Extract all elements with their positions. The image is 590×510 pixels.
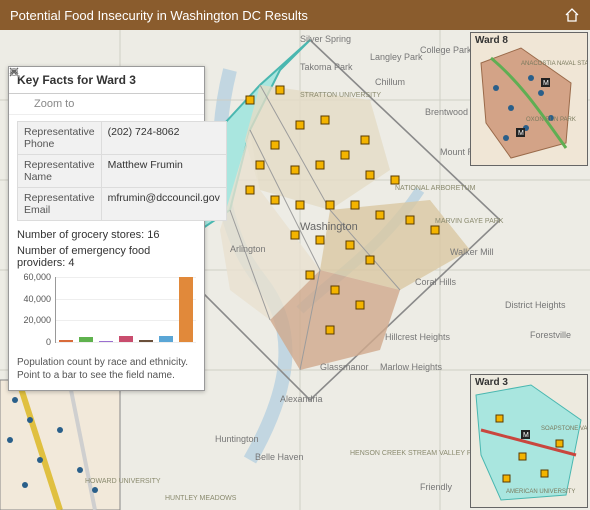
label-forestville: Forestville xyxy=(530,330,571,340)
label-friendly: Friendly xyxy=(420,482,453,492)
label-langley-park: Langley Park xyxy=(370,52,423,62)
label-howard-u: HOWARD UNIVERSITY xyxy=(85,478,161,485)
chart-bar[interactable] xyxy=(179,277,193,342)
svg-text:SOAPSTONE VALLEY: SOAPSTONE VALLEY xyxy=(541,426,587,432)
chart-bar[interactable] xyxy=(119,336,133,343)
chart-caption: Population count by race and ethnicity. … xyxy=(9,357,204,390)
label-marvin-gaye: MARVIN GAYE PARK xyxy=(435,218,504,225)
fact-key: Representative Email xyxy=(18,188,102,221)
popup-panel: Key Facts for Ward 3 Zoom to Representat… xyxy=(8,66,205,391)
svg-text:OXON RUN PARK: OXON RUN PARK xyxy=(526,117,576,123)
chart-bar[interactable] xyxy=(79,337,93,342)
label-brentwood: Brentwood xyxy=(425,107,468,117)
label-glassmanor: Glassmanor xyxy=(320,362,369,372)
fact-val: (202) 724-8062 xyxy=(101,122,226,155)
chart-bar[interactable] xyxy=(59,340,73,342)
label-district-heights: District Heights xyxy=(505,300,566,310)
inset-ward8-label: Ward 8 xyxy=(475,35,508,46)
inset-ward3[interactable]: M SOAPSTONE VALLEY AMERICAN UNIVERSITY W… xyxy=(470,374,588,508)
label-huntington: Huntington xyxy=(215,434,259,444)
label-arlington: Arlington xyxy=(230,244,266,254)
svg-text:M: M xyxy=(543,80,549,87)
svg-text:M: M xyxy=(518,130,524,137)
label-silver-spring: Silver Spring xyxy=(300,34,351,44)
facts-table: Representative Phone(202) 724-8062 Repre… xyxy=(17,121,227,221)
label-hillcrest: Hillcrest Heights xyxy=(385,332,451,342)
label-marlow-heights: Marlow Heights xyxy=(380,362,443,372)
fact-val: Matthew Frumin xyxy=(101,155,226,188)
popup-chart[interactable]: 020,00040,00060,000 xyxy=(15,277,198,355)
stat-emergency: Number of emergency food providers: 4 xyxy=(9,243,204,271)
chart-bar[interactable] xyxy=(139,340,153,342)
label-belle-haven: Belle Haven xyxy=(255,452,304,462)
main-map[interactable]: Silver Spring Takoma Park Langley Park C… xyxy=(0,30,590,510)
collapse-icon[interactable] xyxy=(162,73,176,87)
home-icon[interactable] xyxy=(564,7,580,23)
svg-text:AMERICAN UNIVERSITY: AMERICAN UNIVERSITY xyxy=(506,489,575,495)
chart-bar[interactable] xyxy=(159,336,173,342)
label-washington: Washington xyxy=(300,221,358,233)
label-chillum: Chillum xyxy=(375,77,405,87)
svg-text:M: M xyxy=(523,432,529,439)
app-header: Potential Food Insecurity in Washington … xyxy=(0,0,590,30)
fact-val: mfrumin@dccouncil.gov xyxy=(101,188,226,221)
close-icon[interactable] xyxy=(182,73,196,87)
label-huntley: HUNTLEY MEADOWS xyxy=(165,495,237,502)
popup-header: Key Facts for Ward 3 xyxy=(9,67,204,94)
zoom-to-button[interactable]: Zoom to xyxy=(9,94,204,115)
label-walker-mill: Walker Mill xyxy=(450,247,494,257)
label-coral-hills: Coral Hills xyxy=(415,277,457,287)
label-stratton: STRATTON UNIVERSITY xyxy=(300,92,381,99)
label-takoma-park: Takoma Park xyxy=(300,62,353,72)
app-title: Potential Food Insecurity in Washington … xyxy=(10,8,564,23)
svg-text:ANACOSTIA NAVAL STATION: ANACOSTIA NAVAL STATION xyxy=(521,61,587,67)
label-college-park: College Park xyxy=(420,45,472,55)
label-national-arb: NATIONAL ARBORETUM xyxy=(395,185,476,192)
inset-ward3-label: Ward 3 xyxy=(475,377,508,388)
chart-bar[interactable] xyxy=(99,341,113,342)
label-alexandria: Alexandria xyxy=(280,394,323,404)
zoom-icon xyxy=(17,98,29,110)
fact-key: Representative Phone xyxy=(18,122,102,155)
inset-ward8[interactable]: M M ANACOSTIA NAVAL STATION OXON RUN PAR… xyxy=(470,32,588,166)
zoom-to-label: Zoom to xyxy=(34,98,74,110)
popup-title: Key Facts for Ward 3 xyxy=(17,73,156,87)
label-henson: HENSON CREEK STREAM VALLEY PARK xyxy=(350,450,486,457)
fact-key: Representative Name xyxy=(18,155,102,188)
stat-grocery: Number of grocery stores: 16 xyxy=(9,227,204,243)
